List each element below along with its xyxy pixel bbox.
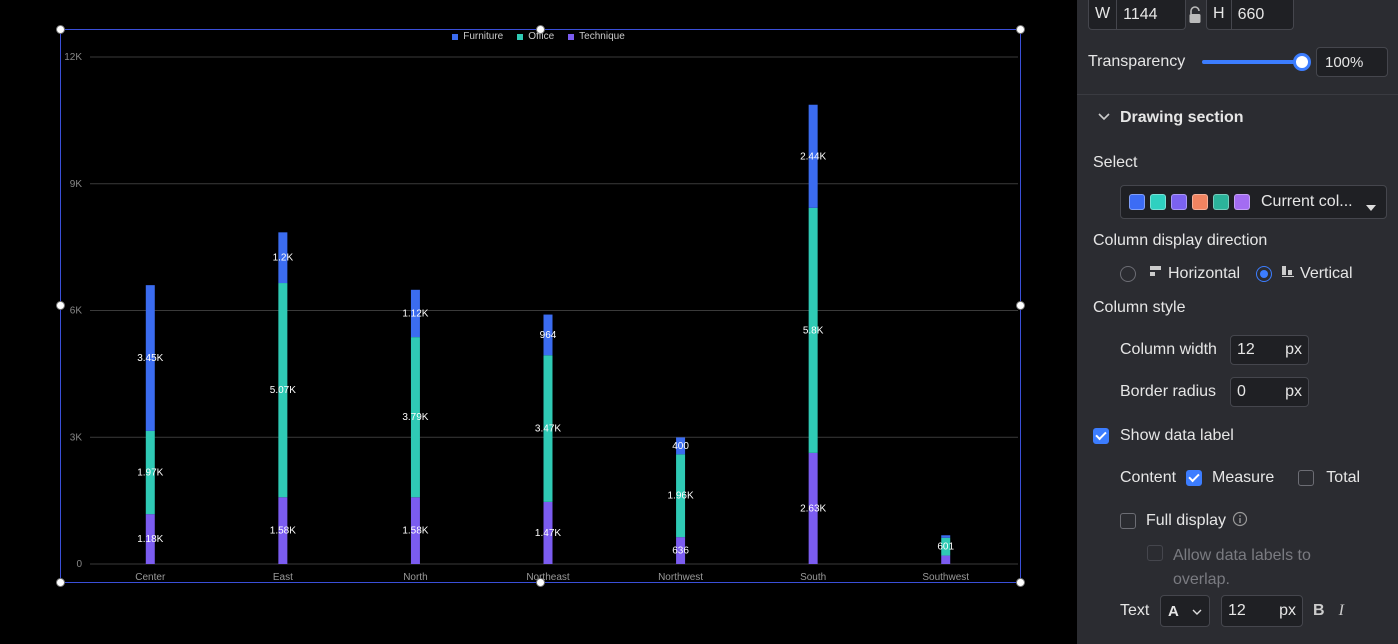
vertical-radio[interactable]: [1256, 266, 1273, 282]
scheme-swatch-3: [1171, 194, 1187, 210]
bold-button[interactable]: B: [1313, 602, 1325, 620]
height-value: 660: [1237, 5, 1265, 23]
column-width-row: Column width 12 px: [1120, 335, 1309, 365]
chart-canvas: 0 3K 6K 9K 12K 1.18K 1.97K 3.45K Center 1.58K 5.07…: [0, 0, 1077, 644]
drawing-section-title: Drawing section: [1120, 109, 1244, 126]
text-label: Text: [1120, 602, 1150, 619]
chart-selection-frame[interactable]: [60, 29, 1021, 583]
allow-overlap-line-1: Allow data labels to: [1173, 547, 1311, 564]
height-field[interactable]: H 660: [1206, 0, 1294, 30]
column-direction-options: Horizontal Vertical: [1120, 263, 1353, 285]
scheme-swatch-4: [1192, 194, 1208, 210]
color-scheme-swatches: [1129, 194, 1255, 210]
select-label-row: Select: [1093, 152, 1137, 174]
show-data-label-row: Show data label: [1093, 425, 1234, 447]
measure-label[interactable]: Measure: [1212, 469, 1274, 487]
content-label: Content: [1120, 469, 1177, 486]
transparency-input[interactable]: 100%: [1316, 47, 1388, 77]
scheme-swatch-1: [1129, 194, 1145, 210]
caret-down-icon: [1365, 199, 1377, 217]
allow-overlap-label: Allow data labels to overlap.: [1173, 544, 1353, 592]
resize-handle-bottom-center[interactable]: [536, 578, 545, 587]
transparency-label: Transparency: [1088, 53, 1186, 70]
caret-down-icon: [1192, 602, 1202, 620]
column-direction-label: Column display direction: [1093, 232, 1268, 249]
resize-handle-bottom-right[interactable]: [1016, 578, 1025, 587]
resize-handle-top-left[interactable]: [56, 25, 65, 34]
resize-handle-top-right[interactable]: [1016, 25, 1025, 34]
transparency-value: 100%: [1325, 53, 1364, 71]
size-row: W 1144 H 660: [1088, 0, 1294, 30]
resize-handle-bottom-left[interactable]: [56, 578, 65, 587]
color-scheme-label: Current col...: [1261, 193, 1353, 210]
total-label[interactable]: Total: [1326, 469, 1360, 487]
column-width-label: Column width: [1120, 341, 1217, 358]
border-radius-label: Border radius: [1120, 383, 1217, 400]
font-size-value: 12: [1228, 602, 1246, 619]
section-divider: [1077, 94, 1398, 95]
horizontal-label[interactable]: Horizontal: [1168, 265, 1240, 283]
transparency-slider-fill: [1202, 60, 1302, 64]
text-style-row: Text A 12 px B I: [1120, 595, 1344, 627]
border-radius-row: Border radius 0 px: [1120, 377, 1309, 407]
column-direction-row: Column display direction: [1093, 230, 1267, 252]
height-label: H: [1207, 0, 1232, 30]
drawing-section-header[interactable]: Drawing section: [1097, 106, 1244, 130]
font-size-unit: px: [1279, 602, 1296, 619]
column-width-value: 12: [1237, 341, 1255, 358]
width-field[interactable]: W 1144: [1088, 0, 1186, 30]
scheme-swatch-6: [1234, 194, 1250, 210]
column-style-row: Column style: [1093, 297, 1185, 319]
vertical-bars-icon: [1282, 265, 1295, 283]
border-radius-unit: px: [1285, 383, 1302, 400]
allow-overlap-checkbox[interactable]: [1147, 545, 1163, 561]
font-color-select[interactable]: A: [1160, 595, 1210, 627]
full-display-checkbox[interactable]: [1120, 513, 1136, 529]
resize-handle-top-center[interactable]: [536, 25, 545, 34]
show-data-label-text[interactable]: Show data label: [1120, 427, 1234, 445]
scheme-swatch-2: [1150, 194, 1166, 210]
transparency-slider[interactable]: [1202, 53, 1311, 71]
italic-button[interactable]: I: [1339, 602, 1344, 620]
total-checkbox[interactable]: [1298, 470, 1315, 486]
color-scheme-select[interactable]: Current col...: [1120, 185, 1387, 219]
width-label: W: [1089, 0, 1118, 30]
chevron-down-icon: [1097, 109, 1111, 127]
column-width-input[interactable]: 12 px: [1230, 335, 1309, 365]
horizontal-radio[interactable]: [1120, 266, 1136, 282]
resize-handle-middle-left[interactable]: [56, 301, 65, 310]
full-display-label[interactable]: Full display: [1146, 512, 1226, 530]
show-data-label-checkbox[interactable]: [1093, 428, 1109, 444]
measure-checkbox[interactable]: [1186, 470, 1203, 486]
resize-handle-middle-right[interactable]: [1016, 301, 1025, 310]
allow-overlap-line-2: overlap.: [1173, 571, 1230, 588]
scheme-swatch-5: [1213, 194, 1229, 210]
info-icon[interactable]: [1232, 511, 1248, 532]
select-label: Select: [1093, 154, 1138, 171]
column-style-label: Column style: [1093, 299, 1186, 316]
properties-panel: W 1144 H 660 Transparency 100% Drawing s…: [1077, 0, 1398, 644]
transparency-slider-thumb[interactable]: [1293, 53, 1311, 71]
horizontal-bars-icon: [1150, 265, 1162, 283]
column-width-unit: px: [1285, 341, 1302, 358]
vertical-label[interactable]: Vertical: [1300, 265, 1352, 283]
width-value: 1144: [1123, 5, 1158, 23]
lock-icon[interactable]: [1188, 6, 1202, 24]
border-radius-value: 0: [1237, 383, 1246, 400]
font-color-label: A: [1168, 602, 1179, 620]
full-display-row: Full display: [1120, 510, 1248, 532]
transparency-row: Transparency 100%: [1088, 47, 1388, 77]
border-radius-input[interactable]: 0 px: [1230, 377, 1309, 407]
font-size-input[interactable]: 12 px: [1221, 595, 1303, 627]
content-row: Content Measure Total: [1120, 467, 1360, 489]
